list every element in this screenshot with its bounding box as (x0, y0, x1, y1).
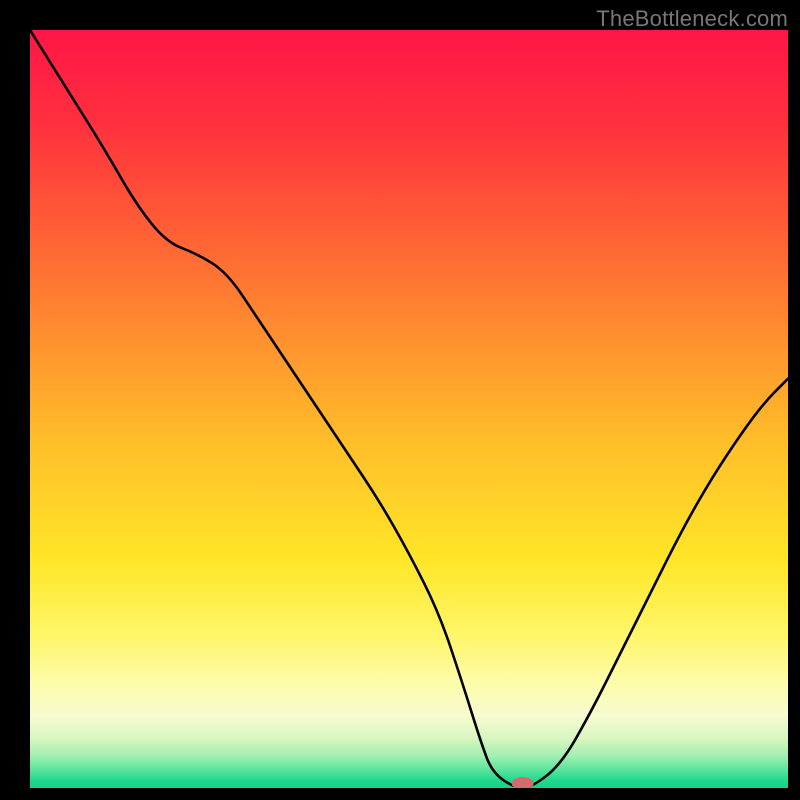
gradient-background (30, 30, 788, 788)
plot-area (30, 30, 788, 788)
watermark-label: TheBottleneck.com (596, 6, 788, 32)
chart-svg (30, 30, 788, 788)
chart-frame: TheBottleneck.com (0, 0, 800, 800)
